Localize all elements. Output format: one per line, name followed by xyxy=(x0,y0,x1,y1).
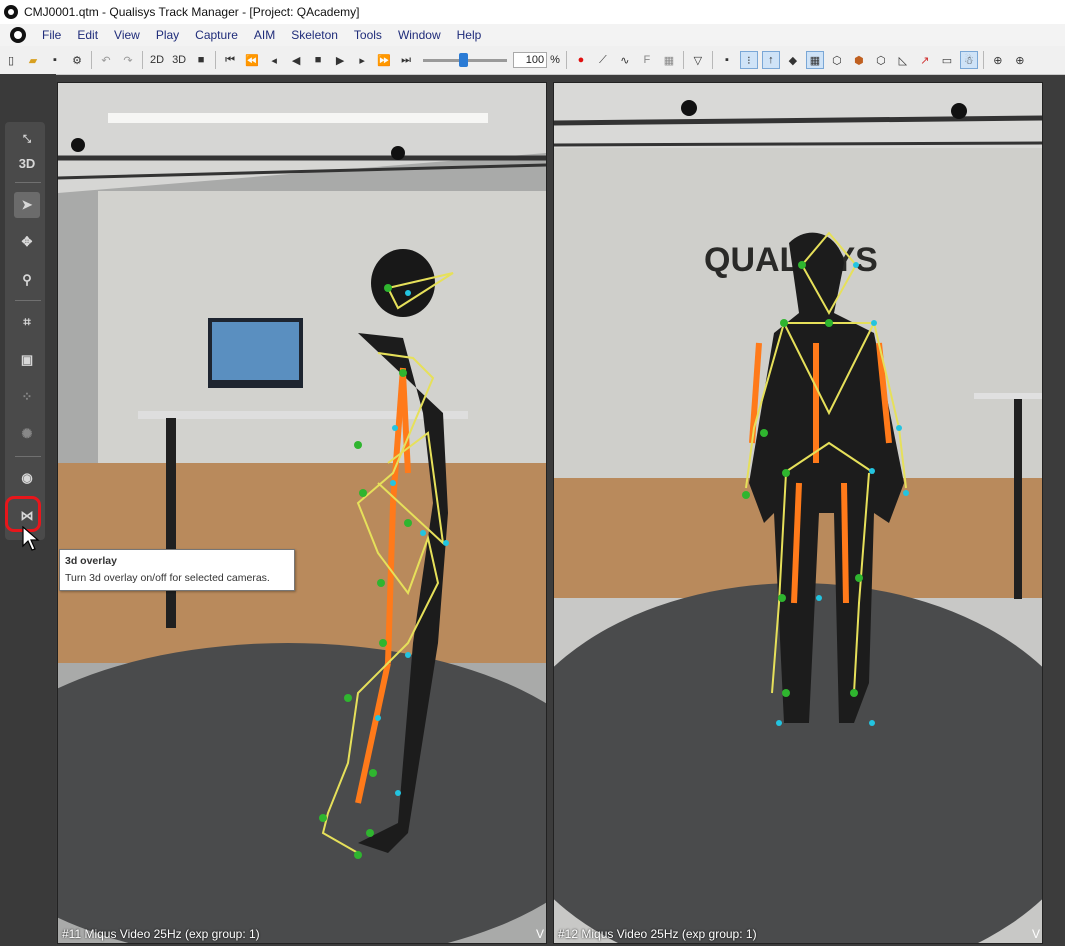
cube-icon[interactable]: ⬡ xyxy=(828,51,846,69)
qualisys-logo-icon[interactable] xyxy=(10,27,26,43)
menu-tools[interactable]: Tools xyxy=(346,28,390,42)
play-icon[interactable]: ▶ xyxy=(331,51,349,69)
camera-view-12[interactable]: QUALISYS #12 Miqus Video 25Hz (exp group… xyxy=(553,82,1043,944)
stop-icon[interactable]: ■ xyxy=(309,51,327,69)
tooltip-title: 3d overlay xyxy=(65,555,117,567)
menu-file[interactable]: File xyxy=(34,28,69,42)
toolbar-divider xyxy=(682,51,684,69)
force-plate-button[interactable]: F xyxy=(638,51,656,69)
tooltip-description: Turn 3d overlay on/off for selected came… xyxy=(65,572,270,584)
fast-back-icon[interactable]: ⏪ xyxy=(243,51,261,69)
video-mode-flag[interactable]: V xyxy=(536,927,544,941)
menu-bar: File Edit View Play Capture AIM Skeleton… xyxy=(0,24,1065,46)
menu-window[interactable]: Window xyxy=(390,28,449,42)
collapse-icon[interactable]: ⤡ xyxy=(14,126,40,152)
menu-view[interactable]: View xyxy=(106,28,148,42)
toolbar-divider xyxy=(215,51,217,69)
video-icon[interactable]: ▭ xyxy=(938,51,956,69)
skeleton-icon[interactable]: ☃ xyxy=(959,51,978,69)
camera-label: #12 Miqus Video 25Hz (exp group: 1) xyxy=(558,927,757,941)
center-icon[interactable]: ⊕ xyxy=(989,51,1007,69)
filter-icon[interactable]: ▽ xyxy=(689,51,707,69)
volume-icon[interactable]: ◺ xyxy=(894,51,912,69)
marker-mode-icon[interactable]: ◉ xyxy=(14,465,40,491)
toolbar-divider xyxy=(982,51,984,69)
analog-icon[interactable]: ↗ xyxy=(916,51,934,69)
view-3d-button[interactable]: 3D xyxy=(170,51,188,69)
toolbar-divider xyxy=(565,51,567,69)
speed-input[interactable]: 100 xyxy=(513,52,548,68)
title-bar: CMJ0001.qtm - Qualisys Track Manager - [… xyxy=(0,0,1065,24)
floor-grid-icon[interactable]: ▦ xyxy=(805,51,824,69)
crop-icon[interactable]: ⌗ xyxy=(14,309,40,335)
first-frame-icon[interactable]: ⏮ xyxy=(221,51,239,69)
step-back-icon[interactable]: ◂ xyxy=(265,51,283,69)
video-frame-side xyxy=(58,83,546,943)
video-camera-icon[interactable]: ■ xyxy=(192,51,210,69)
side-divider xyxy=(15,456,41,457)
mouse-cursor-icon xyxy=(22,526,40,551)
menu-help[interactable]: Help xyxy=(449,28,490,42)
side-divider xyxy=(15,300,41,301)
speed-unit: % xyxy=(550,54,560,66)
undo-icon[interactable]: ↶ xyxy=(97,51,115,69)
video-mode-flag[interactable]: V xyxy=(1032,927,1040,941)
toolbar-divider xyxy=(711,51,713,69)
record-icon[interactable]: ● xyxy=(572,51,590,69)
grid-icon[interactable]: ▦ xyxy=(660,51,678,69)
window-title: CMJ0001.qtm - Qualisys Track Manager - [… xyxy=(24,5,360,19)
cube-outline-icon[interactable]: ⬡ xyxy=(872,51,890,69)
menu-capture[interactable]: Capture xyxy=(187,28,246,42)
video-frame-front: QUALISYS xyxy=(554,83,1042,943)
side-toolbar: ⤡ 3D ➤ ✥ ⚲ ⌗ ▣ ⁘ ✺ ◉ ⋈ xyxy=(5,122,45,540)
playback-speed-slider[interactable] xyxy=(423,52,508,67)
linearize-icon[interactable]: ⁘ xyxy=(14,384,40,410)
last-frame-icon[interactable]: ⏭ xyxy=(397,51,415,69)
settings-gear-icon[interactable]: ⚙ xyxy=(68,51,86,69)
camera-icon[interactable]: ▣ xyxy=(14,347,40,373)
slider-knob[interactable] xyxy=(459,52,469,67)
menu-skeleton[interactable]: Skeleton xyxy=(283,28,346,42)
axis-icon[interactable]: ↑ xyxy=(761,51,780,69)
auto-exposure-icon[interactable]: ✺ xyxy=(14,421,40,447)
open-folder-icon[interactable]: ▰ xyxy=(24,51,42,69)
save-icon[interactable]: ▪ xyxy=(46,51,64,69)
play-back-icon[interactable]: ◀ xyxy=(287,51,305,69)
plane-icon[interactable]: ◆ xyxy=(784,51,802,69)
view-mode-label: 3D xyxy=(18,155,36,171)
view-2d-button[interactable]: 2D xyxy=(148,51,166,69)
move-icon[interactable]: ✥ xyxy=(14,229,40,255)
label-icon[interactable]: ▪ xyxy=(718,51,736,69)
menu-play[interactable]: Play xyxy=(148,28,187,42)
zoom-icon[interactable]: ⚲ xyxy=(14,267,40,293)
redo-icon[interactable]: ↷ xyxy=(119,51,137,69)
pointer-icon[interactable]: ➤ xyxy=(14,192,40,218)
marker-icon[interactable]: ⁝ xyxy=(739,51,758,69)
camera-label: #11 Miqus Video 25Hz (exp group: 1) xyxy=(62,927,260,941)
toolbar-divider xyxy=(91,51,92,69)
step-forward-icon[interactable]: ▸ xyxy=(353,51,371,69)
app-logo-icon xyxy=(4,5,18,19)
menu-edit[interactable]: Edit xyxy=(69,28,106,42)
bone-icon[interactable]: ∿ xyxy=(616,51,634,69)
trajectory-icon[interactable]: ⟋ xyxy=(594,51,612,69)
camera-view-11[interactable]: #11 Miqus Video 25Hz (exp group: 1) V xyxy=(57,82,547,944)
menu-aim[interactable]: AIM xyxy=(246,28,283,42)
overlay-tooltip: 3d overlay Turn 3d overlay on/off for se… xyxy=(59,549,295,591)
center-plus-icon[interactable]: ⊕ xyxy=(1011,51,1029,69)
rigid-body-icon[interactable]: ⬢ xyxy=(850,51,868,69)
fast-forward-icon[interactable]: ⏩ xyxy=(375,51,393,69)
toolbar-divider xyxy=(142,51,143,69)
side-divider xyxy=(15,182,41,183)
main-toolbar: ▯ ▰ ▪ ⚙ ↶ ↷ 2D 3D ■ ⏮ ⏪ ◂ ◀ ■ ▶ ▸ ⏩ ⏭ 10… xyxy=(0,46,1065,75)
new-file-icon[interactable]: ▯ xyxy=(2,51,20,69)
